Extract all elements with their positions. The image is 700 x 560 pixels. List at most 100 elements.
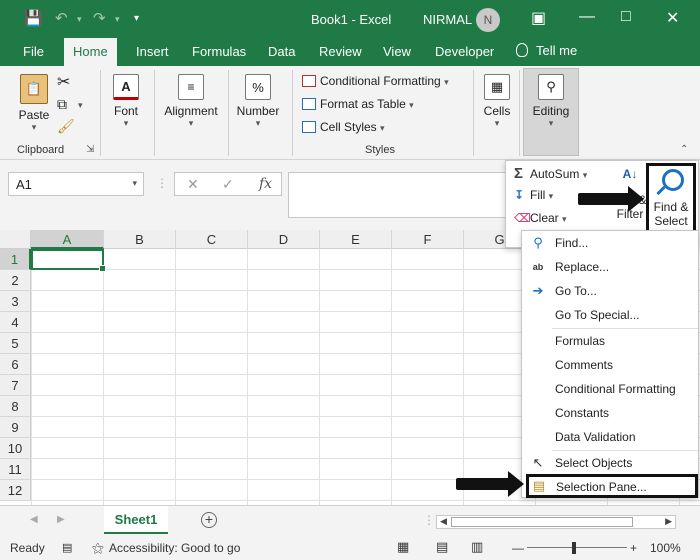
column-header-b[interactable]: B: [104, 230, 176, 249]
tab-review[interactable]: Review: [319, 44, 362, 59]
row-header-12[interactable]: 12: [0, 480, 31, 501]
undo-icon[interactable]: ↶: [55, 9, 68, 27]
row-header-7[interactable]: 7: [0, 375, 31, 396]
chevron-down-icon: ▾: [123, 118, 129, 128]
menu-item-constants[interactable]: Constants: [522, 402, 698, 424]
collapse-ribbon-icon[interactable]: ⌃: [680, 144, 688, 155]
enter-icon[interactable]: ✓: [222, 176, 234, 193]
paste-button[interactable]: 📋 Paste ▾: [14, 74, 54, 133]
menu-item-go-to-special[interactable]: Go To Special...: [522, 304, 698, 326]
page-break-view-icon[interactable]: ▥: [471, 539, 483, 555]
row-header-11[interactable]: 11: [0, 459, 31, 480]
zoom-slider-track[interactable]: [527, 547, 627, 548]
tab-insert[interactable]: Insert: [136, 44, 169, 59]
menu-item-go-to[interactable]: ➔ Go To...: [522, 280, 698, 302]
menu-item-data-validation[interactable]: Data Validation: [522, 426, 698, 448]
accessibility-icon[interactable]: ⚝: [92, 541, 104, 556]
column-header-c[interactable]: C: [176, 230, 248, 249]
fill-button[interactable]: ↧ Fill ▾: [514, 188, 553, 202]
save-icon[interactable]: 💾: [24, 9, 43, 27]
sheet-tab-sheet1[interactable]: Sheet1: [104, 506, 168, 534]
select-all-corner[interactable]: [0, 230, 31, 249]
font-button[interactable]: A Font ▾: [108, 74, 144, 129]
row-header-3[interactable]: 3: [0, 291, 31, 312]
column-header-d[interactable]: D: [248, 230, 320, 249]
tab-split-grip[interactable]: ⋮: [423, 513, 435, 527]
cell-styles-button[interactable]: Cell Styles ▾: [302, 120, 385, 134]
menu-item-find[interactable]: ⚲ Find...: [522, 232, 698, 254]
close-icon[interactable]: ✕: [666, 8, 679, 28]
accessibility-status[interactable]: Accessibility: Good to go: [109, 541, 240, 555]
macro-recording-icon[interactable]: ▤: [62, 541, 72, 554]
copy-dropdown-icon[interactable]: ▾: [78, 100, 83, 111]
zoom-in-icon[interactable]: +: [630, 541, 637, 555]
minimize-icon[interactable]: —: [579, 8, 595, 26]
dialog-launcher-icon[interactable]: ⇲: [86, 144, 94, 155]
active-cell-a1[interactable]: [31, 249, 106, 272]
scroll-thumb[interactable]: [451, 517, 633, 527]
maximize-icon[interactable]: □: [621, 8, 631, 26]
column-header-f[interactable]: F: [392, 230, 464, 249]
row-header-10[interactable]: 10: [0, 438, 31, 459]
magnifier-icon: ⚲: [533, 235, 543, 250]
cells-button[interactable]: ▦ Cells ▾: [481, 74, 513, 129]
normal-view-icon[interactable]: ▦: [397, 539, 409, 555]
tab-file[interactable]: File: [23, 44, 44, 59]
next-sheet-icon[interactable]: ▶: [57, 514, 65, 525]
undo-dropdown-icon[interactable]: ▾: [77, 14, 82, 25]
zoom-out-icon[interactable]: —: [512, 541, 524, 555]
editing-button[interactable]: ⚲ Editing ▾: [527, 74, 575, 129]
menu-item-comments[interactable]: Comments: [522, 354, 698, 376]
zoom-slider-thumb[interactable]: [572, 542, 576, 554]
tab-developer[interactable]: Developer: [435, 44, 494, 59]
menu-item-replace[interactable]: ab Replace...: [522, 256, 698, 278]
column-header-e[interactable]: E: [320, 230, 392, 249]
scroll-right-icon[interactable]: ▶: [665, 516, 672, 527]
insert-function-icon[interactable]: fx: [259, 176, 272, 192]
cut-icon[interactable]: ✂: [57, 72, 70, 92]
zoom-level[interactable]: 100%: [650, 541, 681, 555]
row-header-9[interactable]: 9: [0, 417, 31, 438]
number-button[interactable]: % Number ▾: [233, 74, 283, 129]
row-header-8[interactable]: 8: [0, 396, 31, 417]
row-header-5[interactable]: 5: [0, 333, 31, 354]
row-header-2[interactable]: 2: [0, 270, 31, 291]
tab-data[interactable]: Data: [268, 44, 295, 59]
customize-qat-icon[interactable]: ▾: [134, 13, 139, 24]
horizontal-scrollbar[interactable]: ◀ ▶: [436, 515, 676, 529]
user-name[interactable]: NIRMAL: [423, 12, 472, 27]
name-box[interactable]: A1 ▾: [8, 172, 144, 196]
add-sheet-icon[interactable]: +: [201, 512, 217, 528]
scroll-left-icon[interactable]: ◀: [440, 516, 447, 527]
tab-home[interactable]: Home: [64, 38, 117, 66]
clear-button[interactable]: ⌫Clear ▾: [514, 211, 567, 225]
cancel-icon[interactable]: ✕: [187, 176, 199, 193]
alignment-button[interactable]: ≡ Alignment ▾: [160, 74, 222, 129]
menu-item-conditional-formatting[interactable]: Conditional Formatting: [522, 378, 698, 400]
column-header-a[interactable]: A: [31, 230, 104, 249]
menu-item-formulas[interactable]: Formulas: [522, 330, 698, 352]
page-layout-icon[interactable]: ▤: [436, 539, 448, 555]
redo-icon[interactable]: ↷: [93, 9, 106, 27]
formula-input[interactable]: [288, 172, 510, 218]
menu-item-select-objects[interactable]: ↖ Select Objects: [522, 452, 698, 474]
copy-icon[interactable]: ⧉: [57, 96, 67, 113]
format-as-table-button[interactable]: Format as Table ▾: [302, 97, 414, 111]
prev-sheet-icon[interactable]: ◀: [30, 514, 38, 525]
row-header-1[interactable]: 1: [0, 249, 31, 270]
formula-bar-grip: ⋮: [156, 176, 168, 190]
menu-item-selection-pane[interactable]: ▤ Selection Pane...: [526, 474, 698, 498]
autosum-button[interactable]: Σ AutoSum ▾: [514, 165, 587, 182]
tab-view[interactable]: View: [383, 44, 411, 59]
format-painter-icon[interactable]: 🖌: [57, 118, 75, 135]
find-select-button[interactable]: Find & Select: [646, 163, 696, 233]
conditional-formatting-button[interactable]: Conditional Formatting ▾: [302, 74, 449, 88]
chevron-down-icon[interactable]: ▾: [132, 178, 137, 189]
redo-dropdown-icon[interactable]: ▾: [115, 14, 120, 25]
row-header-6[interactable]: 6: [0, 354, 31, 375]
ribbon-display-options-icon[interactable]: ▣: [531, 8, 546, 28]
tab-formulas[interactable]: Formulas: [192, 44, 246, 59]
tell-me-search[interactable]: Tell me: [516, 43, 577, 58]
row-header-4[interactable]: 4: [0, 312, 31, 333]
avatar[interactable]: N: [476, 8, 500, 32]
